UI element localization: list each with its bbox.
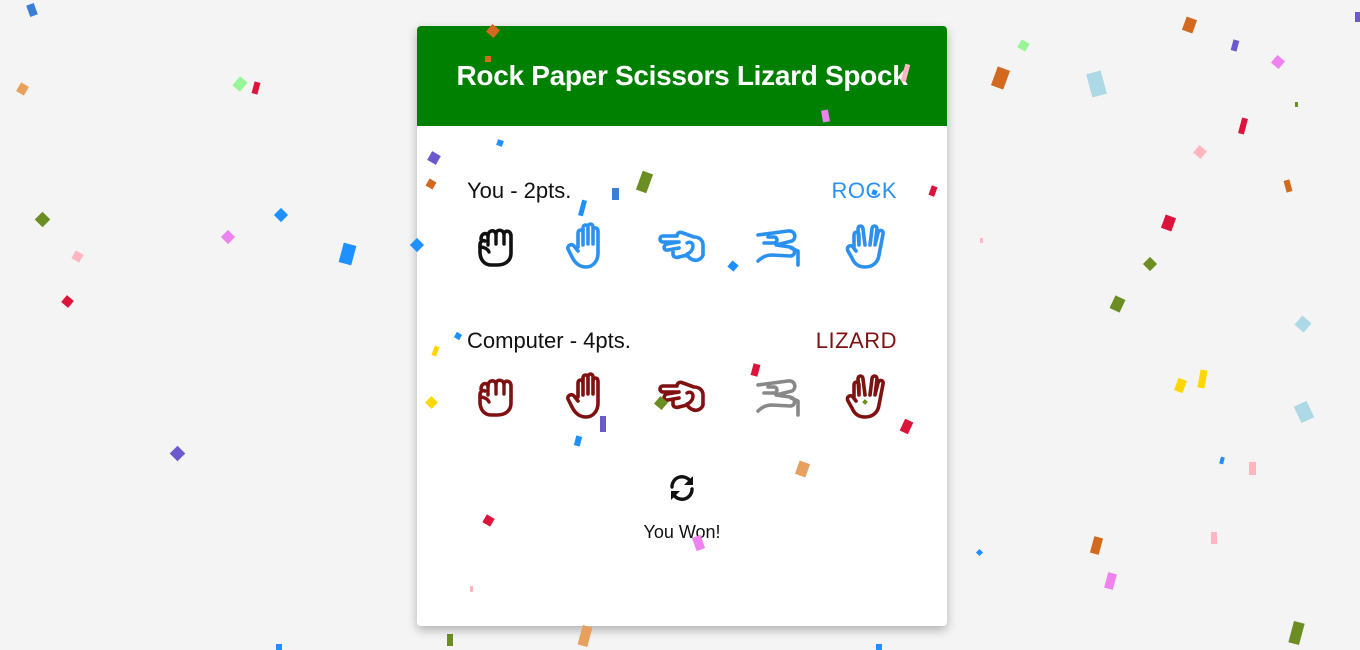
player-hands [467,221,897,276]
confetti-piece [577,625,593,647]
confetti-piece [1295,102,1298,107]
confetti-piece [1104,572,1117,590]
confetti-piece [990,66,1011,90]
confetti-piece [1288,620,1305,646]
game-card: Rock Paper Scissors Lizard Spock You - 2… [417,26,947,626]
confetti-piece [71,250,84,263]
confetti-piece [876,644,882,650]
player-rock-button[interactable] [467,222,525,274]
computer-choice-label: LIZARD [815,328,897,353]
confetti-piece [1017,39,1030,52]
confetti-piece [1109,295,1126,313]
player-section: You - 2pts. ROCK [467,176,897,274]
computer-hands [467,371,897,426]
player-score-label: You - 2pts. [467,178,572,203]
result-text: You Won! [643,522,721,542]
confetti-piece [1086,70,1107,98]
header-bar: Rock Paper Scissors Lizard Spock [417,26,947,126]
confetti-piece [1293,400,1315,424]
player-choice-label: ROCK [831,178,897,203]
computer-score-label: Computer - 4pts. [467,328,631,353]
spock-hand-icon [841,371,895,426]
scissors-hand-icon [655,221,709,276]
scissors-hand-icon [655,371,709,426]
computer-spock [839,372,897,424]
paper-hand-icon [562,221,616,276]
game-title: Rock Paper Scissors Lizard Spock [456,60,908,91]
player-scissors-button[interactable] [653,222,711,274]
confetti-piece [273,207,289,223]
player-spock-button[interactable] [839,222,897,274]
confetti-piece [220,229,236,245]
confetti-piece [61,295,74,308]
confetti-piece [980,238,983,243]
confetti-piece [1142,256,1158,272]
rock-hand-icon [469,221,523,276]
confetti-piece [1219,456,1225,465]
confetti-piece [1192,144,1208,160]
player-row: You - 2pts. ROCK [467,176,897,206]
confetti-piece [1181,16,1198,34]
refresh-icon [670,475,694,501]
confetti-piece [447,634,453,646]
player-lizard-button[interactable] [746,222,804,274]
confetti-piece [1174,377,1187,394]
confetti-piece [1249,462,1256,475]
computer-rock [467,372,525,424]
spock-hand-icon [841,221,895,276]
computer-paper [560,371,618,426]
confetti-piece [975,548,984,557]
lizard-hand-icon [748,371,802,426]
computer-lizard [746,372,804,424]
confetti-piece [1211,532,1217,544]
confetti-piece [338,242,357,266]
confetti-piece [1160,214,1177,232]
computer-section: Computer - 4pts. LIZARD [467,326,897,424]
confetti-piece [1270,54,1286,70]
confetti-piece [276,644,282,650]
confetti-piece [1283,179,1293,193]
lizard-hand-icon [748,221,802,276]
computer-row: Computer - 4pts. LIZARD [467,326,897,356]
confetti-piece [1089,536,1104,555]
confetti-piece [251,81,261,95]
player-paper-button[interactable] [560,221,618,276]
confetti-piece [16,82,29,96]
confetti-piece [1238,117,1248,135]
rock-hand-icon [469,371,523,426]
confetti-piece [169,445,186,462]
confetti-piece [34,211,51,228]
confetti-piece [1355,12,1360,22]
confetti-piece [1294,315,1312,333]
confetti-piece [26,2,38,18]
confetti-piece [232,76,248,92]
paper-hand-icon [562,371,616,426]
confetti-piece [1197,369,1208,389]
computer-scissors [653,372,711,424]
confetti-piece [1230,39,1240,52]
reset-button[interactable] [664,470,700,506]
